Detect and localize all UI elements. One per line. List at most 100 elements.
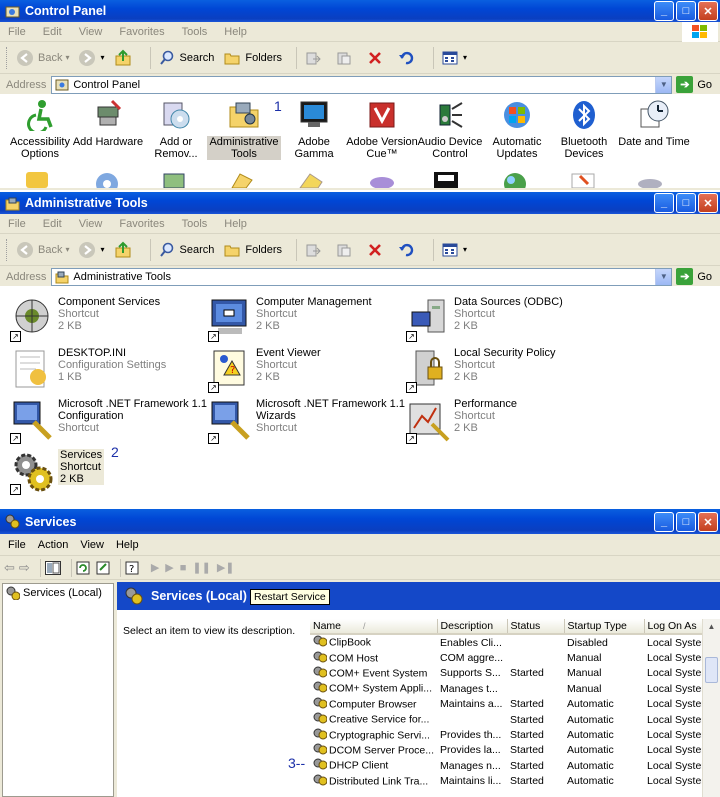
back-button[interactable]: Back ▾: [15, 48, 69, 68]
close-button[interactable]: ✕: [698, 193, 718, 213]
search-button[interactable]: Search: [157, 240, 214, 260]
forward-button[interactable]: ▾: [77, 48, 105, 68]
cp-item-audio-device-control[interactable]: Audio Device Control: [414, 98, 486, 160]
forward-button[interactable]: ⇨: [19, 560, 30, 576]
move-to-button[interactable]: [303, 240, 326, 260]
column-header-status[interactable]: Status: [507, 619, 565, 636]
cp-item-administrative-tools[interactable]: Administrative Tools: [207, 98, 281, 160]
views-button[interactable]: ▾: [440, 240, 467, 260]
toolbar-grip[interactable]: [6, 238, 9, 261]
title-bar[interactable]: Services _ □ ✕: [0, 509, 720, 534]
maximize-button[interactable]: □: [676, 1, 696, 21]
help-button[interactable]: ?: [125, 561, 141, 575]
table-row[interactable]: DCOM Server Proce... Provides la... Starte…: [310, 743, 714, 758]
file-event-viewer[interactable]: ? ↗ Event Viewer Shortcut 2 KB: [208, 347, 321, 393]
scroll-thumb[interactable]: [705, 657, 718, 683]
column-header-name[interactable]: Name /: [310, 619, 438, 636]
folders-button[interactable]: Folders: [222, 240, 282, 260]
file-net-framework-configuration[interactable]: ↗ Microsoft .NET Framework 1.1 Configurat…: [10, 398, 207, 444]
tree-item-services-local[interactable]: Services (Local): [3, 584, 113, 602]
minimize-button[interactable]: _: [654, 1, 674, 21]
maximize-button[interactable]: □: [676, 512, 696, 532]
column-header-startup-type[interactable]: Startup Type: [564, 619, 645, 636]
cp-item-add-or-remove-programs[interactable]: Add or Remov...: [140, 98, 212, 160]
title-bar[interactable]: Administrative Tools _ □ ✕: [0, 192, 720, 214]
go-button[interactable]: ➔ Go: [676, 268, 712, 285]
show-hide-console-tree-button[interactable]: [44, 560, 61, 575]
menu-help[interactable]: Help: [116, 539, 139, 551]
menu-view[interactable]: View: [80, 539, 104, 551]
table-row[interactable]: DHCP Client Manages n... Started Automatic L…: [310, 758, 714, 773]
cp-item-adobe-version-cue[interactable]: Adobe Version Cue™: [345, 98, 419, 160]
folders-button[interactable]: Folders: [222, 48, 282, 68]
table-row[interactable]: Computer Browser Maintains a... Started Aut…: [310, 697, 714, 712]
column-header-description[interactable]: Description: [437, 619, 508, 636]
back-button[interactable]: ⇦: [4, 560, 15, 576]
menu-tools[interactable]: Tools: [182, 26, 208, 38]
menu-view[interactable]: View: [79, 26, 103, 38]
up-folder-button[interactable]: [113, 48, 136, 68]
file-local-security-policy[interactable]: ↗ Local Security Policy Shortcut 2 KB: [406, 347, 556, 393]
cp-item-bluetooth-devices[interactable]: Bluetooth Devices: [548, 98, 620, 160]
menu-tools[interactable]: Tools: [182, 218, 208, 230]
table-row[interactable]: Creative Service for... Started Automatic L…: [310, 712, 714, 727]
stop-service-button[interactable]: ■: [180, 562, 187, 574]
minimize-button[interactable]: _: [654, 193, 674, 213]
menu-help[interactable]: Help: [224, 218, 247, 230]
undo-button[interactable]: [396, 240, 419, 260]
close-button[interactable]: ✕: [698, 512, 718, 532]
menu-file[interactable]: File: [8, 539, 26, 551]
file-data-sources-odbc[interactable]: ↗ Data Sources (ODBC) Shortcut 2 KB: [406, 296, 563, 342]
file-performance[interactable]: ↗ Performance Shortcut 2 KB: [406, 398, 517, 444]
back-button[interactable]: Back ▾: [15, 240, 69, 260]
go-button[interactable]: ➔ Go: [676, 76, 712, 93]
restart-service-button[interactable]: ▶❚: [217, 561, 235, 574]
start-service-alt-button[interactable]: ▶: [165, 561, 173, 574]
menu-file[interactable]: File: [8, 218, 26, 230]
file-computer-management[interactable]: ↗ Computer Management Shortcut 2 KB: [208, 296, 372, 342]
menu-edit[interactable]: Edit: [43, 218, 62, 230]
delete-button[interactable]: [365, 48, 388, 68]
table-row[interactable]: COM+ System Appli... Manages t... Manual Lo…: [310, 681, 714, 696]
pause-service-button[interactable]: ❚❚: [192, 561, 210, 574]
address-dropdown-arrow-icon[interactable]: ▼: [655, 76, 672, 93]
menu-view[interactable]: View: [79, 218, 103, 230]
address-dropdown-arrow-icon[interactable]: ▼: [655, 268, 672, 285]
table-row[interactable]: ClipBook Enables Cli... Disabled Local Syst…: [310, 634, 714, 650]
table-row[interactable]: Distributed Link Tra... Maintains li... St…: [310, 774, 714, 789]
file-component-services[interactable]: ↗ Component Services Shortcut 2 KB: [10, 296, 160, 342]
address-input[interactable]: Administrative Tools ▼: [51, 267, 673, 286]
menu-help[interactable]: Help: [224, 26, 247, 38]
cp-item-adobe-gamma[interactable]: Adobe Gamma: [278, 98, 350, 160]
table-row[interactable]: COM+ Event System Supports S... Started Man…: [310, 666, 714, 681]
copy-to-button[interactable]: [334, 240, 357, 260]
menu-action[interactable]: Action: [38, 539, 69, 551]
up-folder-button[interactable]: [113, 240, 136, 260]
views-button[interactable]: ▾: [440, 48, 467, 68]
file-net-framework-wizards[interactable]: ↗ Microsoft .NET Framework 1.1 Wizards Sho…: [208, 398, 405, 444]
close-button[interactable]: ✕: [698, 1, 718, 21]
delete-button[interactable]: [365, 240, 388, 260]
table-row[interactable]: COM Host COM aggre... Manual Local System: [310, 650, 714, 665]
search-button[interactable]: Search: [157, 48, 214, 68]
cp-item-accessibility-options[interactable]: Accessibility Options: [4, 98, 76, 160]
menu-file[interactable]: File: [8, 26, 26, 38]
file-desktop-ini[interactable]: DESKTOP.INI Configuration Settings 1 KB: [10, 347, 166, 393]
address-input[interactable]: Control Panel ▼: [51, 75, 673, 94]
vertical-scrollbar[interactable]: ▲: [702, 619, 720, 797]
menu-favorites[interactable]: Favorites: [119, 26, 164, 38]
title-bar[interactable]: Control Panel _ □ ✕: [0, 0, 720, 22]
forward-button[interactable]: ▾: [77, 240, 105, 260]
menu-favorites[interactable]: Favorites: [119, 218, 164, 230]
menu-edit[interactable]: Edit: [43, 26, 62, 38]
move-to-button[interactable]: [303, 48, 326, 68]
start-service-button[interactable]: ▶: [151, 561, 159, 574]
scroll-up-arrow-icon[interactable]: ▲: [703, 619, 720, 635]
minimize-button[interactable]: _: [654, 512, 674, 532]
cp-item-date-and-time[interactable]: Date and Time: [616, 98, 692, 148]
cp-item-add-hardware[interactable]: Add Hardware: [72, 98, 144, 148]
refresh-button[interactable]: [76, 561, 90, 575]
undo-button[interactable]: [396, 48, 419, 68]
cp-item-automatic-updates[interactable]: Automatic Updates: [481, 98, 553, 160]
toolbar-grip[interactable]: [6, 46, 9, 69]
